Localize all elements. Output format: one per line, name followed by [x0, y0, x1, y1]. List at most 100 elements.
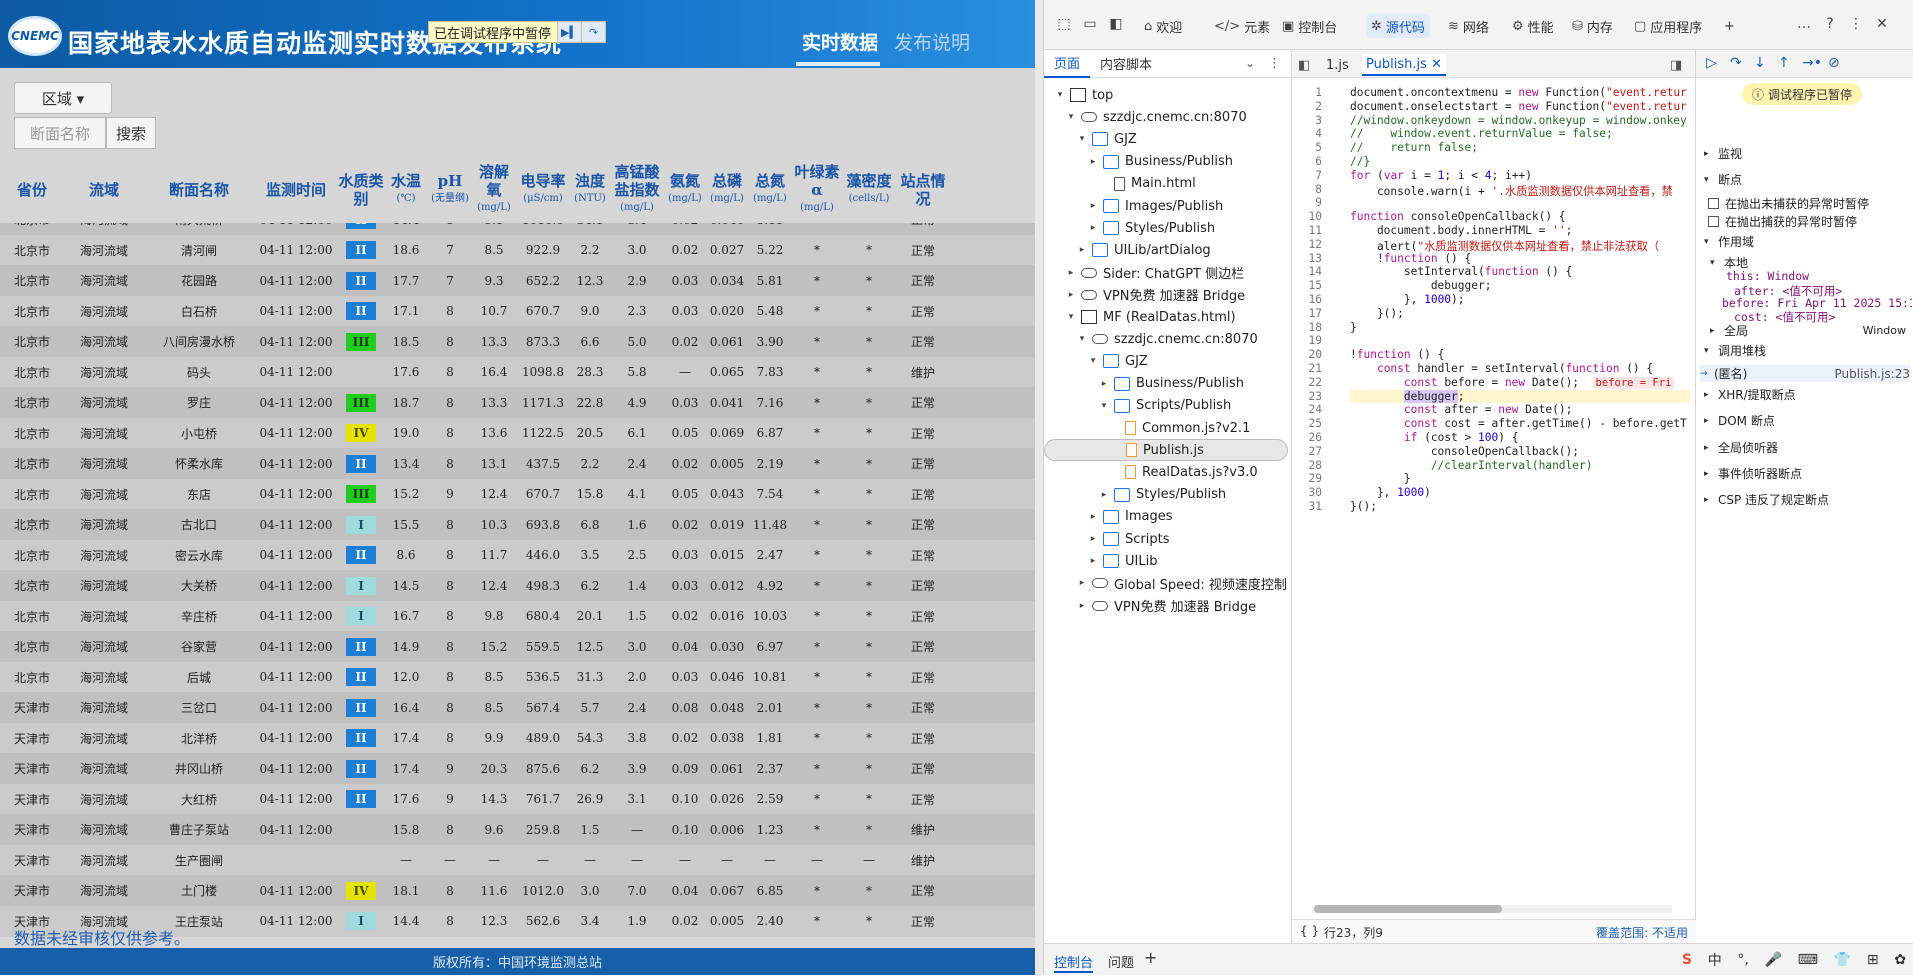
tree-item[interactable]: ▸ Styles/Publish [1098, 484, 1226, 506]
step-over-icon[interactable]: ↷ [1730, 55, 1742, 71]
code-line[interactable]: }, 1000); [1350, 293, 1465, 306]
table-row[interactable]: 天津市 海河流域 曹庄子泵站 04-11 12:00 15.8 8 9.6 259.8 1.5 —… [0, 814, 1035, 845]
collapsed-arrow-icon[interactable]: ▸ [1087, 157, 1099, 167]
line-number[interactable]: 4 [1292, 127, 1322, 140]
checkbox[interactable] [1708, 216, 1719, 227]
line-number[interactable]: 27 [1292, 445, 1322, 458]
tree-item[interactable]: ▾ szzdjc.cnemc.cn:8070 [1065, 106, 1247, 128]
line-number[interactable]: 13 [1292, 252, 1322, 265]
table-row[interactable]: 天津市 海河流域 井冈山桥 04-11 12:00 II 17.4 9 20.3 875.6 6.… [0, 753, 1035, 784]
line-number[interactable]: 9 [1292, 196, 1322, 209]
resume-icon[interactable]: ▷ [1706, 55, 1717, 71]
line-number[interactable]: 6 [1292, 155, 1322, 168]
tree-item[interactable]: Publish.js [1044, 439, 1288, 462]
tree-item[interactable]: ▸ Sider: ChatGPT 侧边栏 [1065, 262, 1244, 284]
tree-item[interactable]: ▸ Global Speed: 视频速度控制 [1076, 572, 1287, 594]
code-lines[interactable]: 1 document.oncontextmenu = new Function("… [1292, 80, 1696, 920]
editor-tab-1js[interactable]: 1.js [1326, 54, 1349, 76]
tree-item[interactable]: ▸ VPN免费 加速器 Bridge [1076, 595, 1256, 617]
tab-performance[interactable]: ⚙ 性能 [1512, 14, 1554, 38]
collapsed-arrow-icon[interactable]: ▸ [1087, 534, 1099, 544]
close-tab-icon[interactable]: ✕ [1431, 57, 1442, 72]
tab-content-scripts[interactable]: 内容脚本 [1090, 50, 1162, 78]
line-number[interactable]: 26 [1292, 431, 1322, 444]
collapsed-arrow-icon[interactable]: ▸ [1076, 578, 1088, 588]
step-icon[interactable]: →• [1802, 55, 1822, 71]
line-number[interactable]: 20 [1292, 348, 1322, 361]
punctuation-icon[interactable]: °, [1737, 952, 1748, 968]
microphone-icon[interactable]: 🎤 [1765, 952, 1782, 968]
collapsed-arrow-icon[interactable]: ▸ [1087, 223, 1099, 233]
table-row[interactable]: 天津市 海河流域 北洋桥 04-11 12:00 II 17.4 8 9.9 489.0 54.3… [0, 722, 1035, 754]
code-line[interactable]: document.oncontextmenu = new Function("e… [1350, 86, 1687, 99]
expanded-arrow-icon[interactable]: ▾ [1065, 112, 1077, 122]
expanded-arrow-icon[interactable]: ▾ [1098, 401, 1110, 411]
section-callstack[interactable]: ▾ 调用堆栈 [1704, 342, 1766, 359]
code-line[interactable]: consoleOpenCallback(); [1350, 445, 1579, 458]
pause-caught-option[interactable]: 在抛出捕获的异常时暂停 [1708, 213, 1857, 230]
collapsed-arrow-icon[interactable]: ▸ [1087, 556, 1099, 566]
line-number[interactable]: 11 [1292, 224, 1322, 237]
tab-application[interactable]: ▢ 应用程序 [1634, 14, 1702, 38]
tree-item[interactable]: RealDatas.js?v3.0 [1109, 461, 1258, 483]
code-line[interactable]: }, 1000) [1350, 486, 1431, 499]
code-line[interactable]: } [1350, 472, 1411, 485]
table-row[interactable]: 北京市 海河流域 大关桥 04-11 12:00 I 14.5 8 12.4 498.3 6.2 1… [0, 570, 1035, 601]
collapsed-arrow-icon[interactable]: ▸ [1065, 290, 1077, 300]
code-line[interactable]: }(); [1350, 500, 1377, 513]
line-number[interactable]: 18 [1292, 321, 1322, 334]
line-number[interactable]: 19 [1292, 334, 1322, 347]
tree-item[interactable]: ▾ MF (RealDatas.html) [1065, 306, 1236, 328]
table-row[interactable]: 北京市 海河流域 密云水库 04-11 12:00 II 8.6 8 11.7 446.0 3.5… [0, 539, 1035, 571]
code-line[interactable]: !function () { [1350, 348, 1444, 361]
help-icon[interactable]: ? [1820, 14, 1840, 34]
line-number[interactable]: 2 [1292, 100, 1322, 113]
section-dom[interactable]: ▸ DOM 断点 [1704, 412, 1775, 429]
tree-item[interactable]: Main.html [1098, 173, 1196, 195]
editor-tab-publishjs[interactable]: Publish.js ✕ [1362, 54, 1446, 76]
editor-horizontal-scrollbar[interactable] [1312, 905, 1672, 913]
region-select[interactable]: 区域 ▾ [14, 82, 112, 114]
search-button[interactable]: 搜索 [106, 117, 156, 149]
line-number[interactable]: 14 [1292, 265, 1322, 278]
line-number[interactable]: 24 [1292, 403, 1322, 416]
table-row[interactable]: 天津市 海河流域 大红桥 04-11 12:00 II 17.6 9 14.3 761.7 26.… [0, 783, 1035, 815]
line-number[interactable]: 1 [1292, 86, 1322, 99]
settings-menu-icon[interactable]: ⋮ [1846, 14, 1866, 34]
section-xhr[interactable]: ▸ XHR/提取断点 [1704, 386, 1796, 403]
nav-release-notes[interactable]: 发布说明 [894, 28, 970, 55]
step-out-icon[interactable]: ↑ [1778, 55, 1790, 71]
tab-page[interactable]: 页面 [1044, 50, 1091, 78]
code-line[interactable]: } [1350, 321, 1357, 334]
tree-item[interactable]: ▾ top [1054, 84, 1114, 106]
table-row[interactable]: 北京市 海河流域 怀柔水库 04-11 12:00 II 13.4 8 13.1 437.5 2.… [0, 448, 1035, 479]
line-number[interactable]: 17 [1292, 307, 1322, 320]
toggle-debugger-icon[interactable]: ◨ [1670, 54, 1682, 76]
collapsed-arrow-icon[interactable]: ▸ [1098, 379, 1110, 389]
table-row[interactable]: 北京市海河流域南大荒桥04-11 12:00 II 14.489.11010.034… [0, 223, 1035, 235]
code-line[interactable]: // window.event.returnValue = false; [1350, 127, 1613, 140]
table-row[interactable]: 北京市 海河流域 小屯桥 04-11 12:00 IV 19.0 8 13.6 1122.5 20… [0, 417, 1035, 449]
table-row[interactable]: 北京市 海河流域 罗庄 04-11 12:00 III 18.7 8 13.3 1171.3 22… [0, 387, 1035, 418]
dock-icon[interactable]: ◧ [1106, 14, 1126, 34]
ime-mode-icon[interactable]: 中 [1708, 950, 1722, 970]
code-line[interactable]: const before = new Date(); before = Fri [1350, 376, 1675, 389]
tab-memory[interactable]: ⛁ 内存 [1572, 14, 1613, 38]
line-number[interactable]: 10 [1292, 210, 1322, 223]
table-row[interactable]: 天津市 海河流域 土门楼 04-11 12:00 IV 18.1 8 11.6 1012.0 3.… [0, 875, 1035, 906]
pause-uncaught-option[interactable]: 在抛出未捕获的异常时暂停 [1708, 195, 1869, 212]
table-row[interactable]: 北京市 海河流域 后城 04-11 12:00 II 12.0 8 8.5 536.5 31.3 2… [0, 661, 1035, 693]
tree-item[interactable]: ▸ Business/Publish [1098, 373, 1244, 395]
device-icon[interactable]: ▭ [1080, 14, 1100, 34]
line-number[interactable]: 16 [1292, 293, 1322, 306]
settings-icon[interactable]: ✿ [1894, 952, 1906, 968]
apps-icon[interactable]: ⊞ [1867, 952, 1879, 968]
code-line[interactable]: if (cost > 100) { [1350, 431, 1519, 444]
tree-item[interactable]: ▾ Scripts/Publish [1098, 395, 1231, 417]
line-number[interactable]: 29 [1292, 472, 1322, 485]
add-panel-icon[interactable]: + [1724, 14, 1735, 38]
scope-this[interactable]: this: Window [1726, 269, 1809, 283]
tree-item[interactable]: ▸ Images [1087, 506, 1173, 528]
section-watch[interactable]: ▸ 监视 [1704, 145, 1742, 162]
tree-item[interactable]: ▾ GJZ [1076, 128, 1137, 150]
